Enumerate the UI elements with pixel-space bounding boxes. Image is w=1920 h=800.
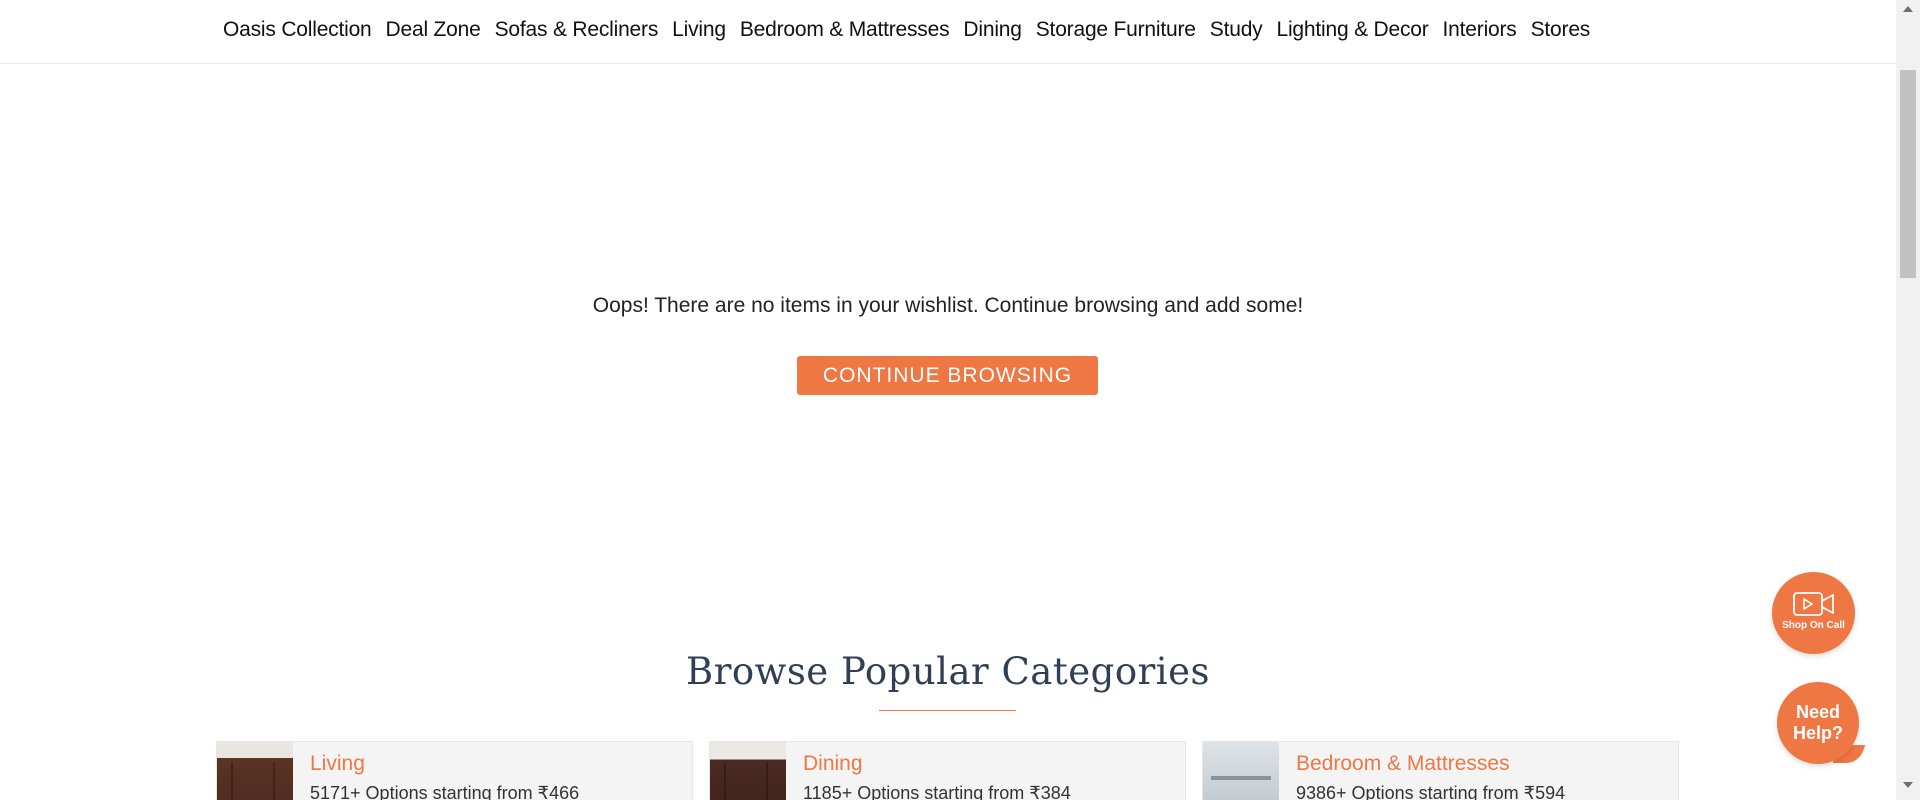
- nav-item-bedroom-mattresses[interactable]: Bedroom & Mattresses: [740, 18, 950, 42]
- section-title: Browse Popular Categories: [686, 650, 1210, 693]
- desk-shape: [1211, 776, 1271, 780]
- category-subtitle: 5171+ Options starting from ₹466: [310, 783, 580, 800]
- title-underline: [879, 710, 1016, 711]
- category-card-dining[interactable]: Dining 1185+ Options starting from ₹384: [709, 741, 1186, 800]
- nav-item-oasis-collection[interactable]: Oasis Collection: [223, 18, 372, 42]
- continue-browsing-button[interactable]: CONTINUE BROWSING: [797, 356, 1098, 395]
- nav-item-dining[interactable]: Dining: [963, 18, 1022, 42]
- nav-item-living[interactable]: Living: [672, 18, 726, 42]
- need-help-button[interactable]: Need Help?: [1777, 682, 1859, 764]
- nav-item-deal-zone[interactable]: Deal Zone: [386, 18, 481, 42]
- nav-item-sofas-recliners[interactable]: Sofas & Recliners: [495, 18, 659, 42]
- scroll-up-arrow-icon[interactable]: [1903, 6, 1913, 12]
- category-subtitle: 9386+ Options starting from ₹594: [1296, 783, 1566, 800]
- shop-on-call-label: Shop On Call: [1782, 620, 1845, 631]
- cabinet-shape: [724, 762, 768, 800]
- video-camera-icon: [1793, 592, 1834, 616]
- category-card-bedroom-mattresses[interactable]: Bedroom & Mattresses 9386+ Options start…: [1202, 741, 1679, 800]
- cabinet-shape: [231, 762, 275, 800]
- category-title[interactable]: Living: [310, 752, 365, 776]
- living-thumbnail: [217, 742, 293, 800]
- nav-item-stores[interactable]: Stores: [1531, 18, 1591, 42]
- category-title[interactable]: Dining: [803, 752, 863, 776]
- scrollbar-thumb[interactable]: [1900, 70, 1916, 278]
- nav-menu: Oasis Collection Deal Zone Sofas & Recli…: [223, 0, 1590, 60]
- category-card-living[interactable]: Living 5171+ Options starting from ₹466: [216, 741, 693, 800]
- category-subtitle: 1185+ Options starting from ₹384: [803, 783, 1071, 800]
- vertical-scrollbar[interactable]: [1896, 0, 1920, 800]
- nav-item-storage-furniture[interactable]: Storage Furniture: [1036, 18, 1196, 42]
- nav-item-study[interactable]: Study: [1210, 18, 1263, 42]
- shop-on-call-button[interactable]: Shop On Call: [1772, 572, 1855, 654]
- nav-item-interiors[interactable]: Interiors: [1443, 18, 1517, 42]
- category-title[interactable]: Bedroom & Mattresses: [1296, 752, 1510, 776]
- category-cards: Living 5171+ Options starting from ₹466 …: [216, 741, 1679, 800]
- empty-wishlist-message: Oops! There are no items in your wishlis…: [592, 294, 1304, 317]
- page: Oasis Collection Deal Zone Sofas & Recli…: [0, 0, 1920, 800]
- top-navigation: Oasis Collection Deal Zone Sofas & Recli…: [0, 0, 1896, 64]
- nav-item-lighting-decor[interactable]: Lighting & Decor: [1276, 18, 1428, 42]
- need-help-label: Need Help?: [1792, 702, 1843, 743]
- dining-thumbnail: [710, 742, 786, 800]
- scroll-down-arrow-icon[interactable]: [1903, 782, 1913, 788]
- bedroom-thumbnail: [1203, 742, 1279, 800]
